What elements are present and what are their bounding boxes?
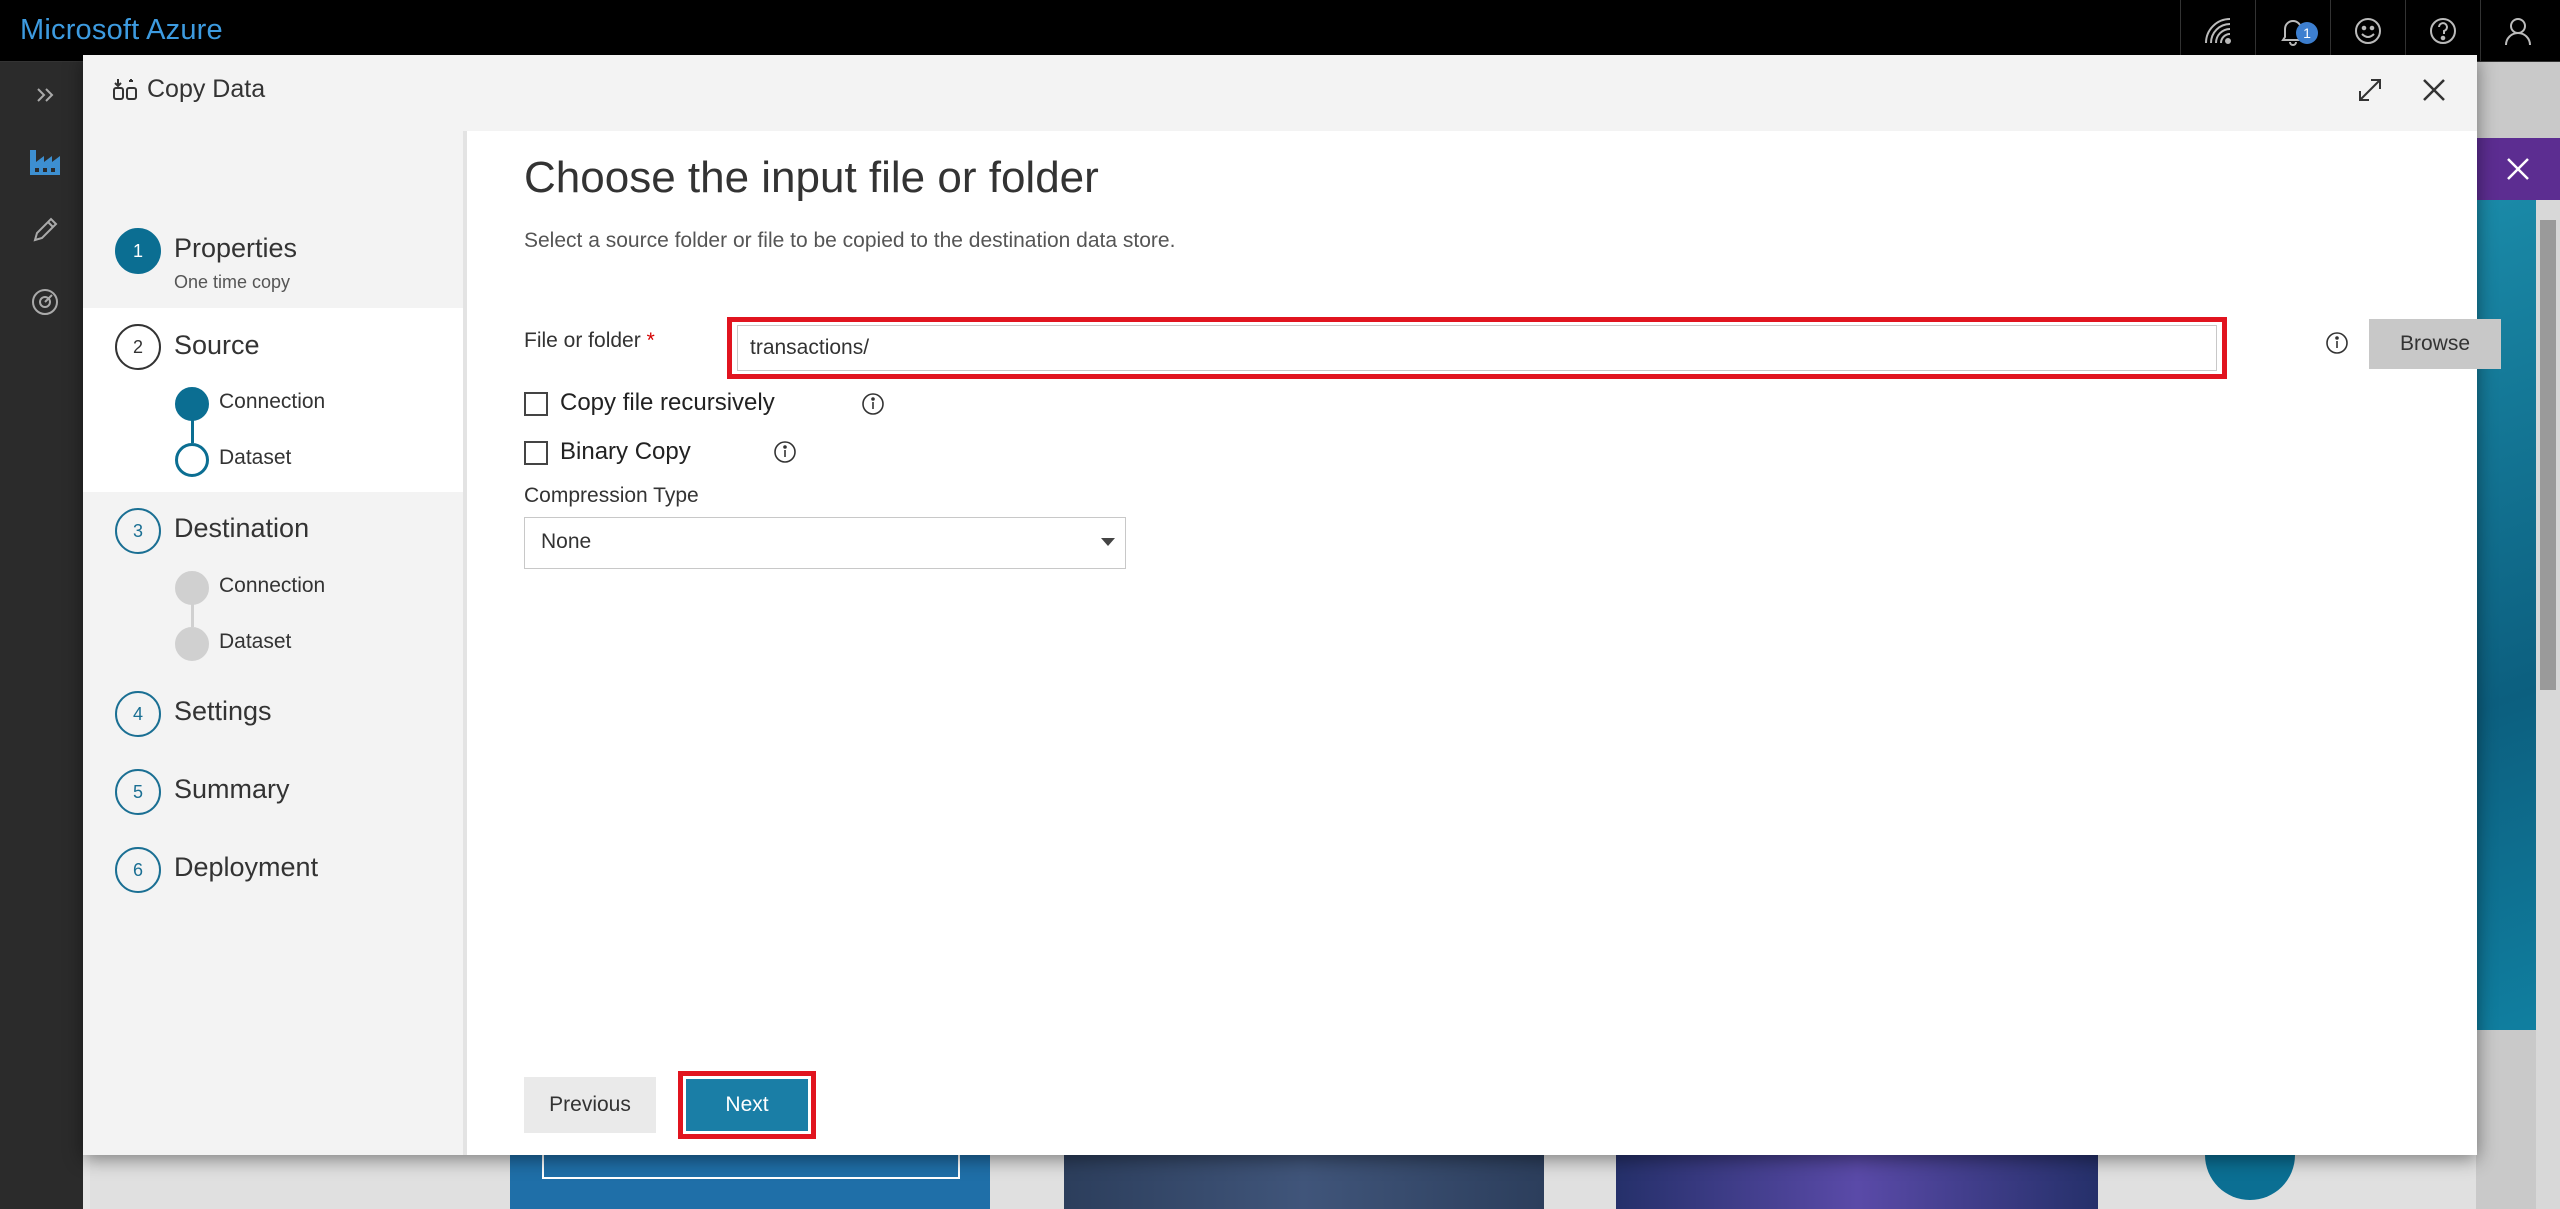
substep-destination-connection-dot — [175, 571, 209, 605]
wizard-content: Choose the input file or folder Select a… — [463, 131, 2501, 1155]
step-5-circle[interactable]: 5 — [115, 769, 161, 815]
step-deployment[interactable]: Deployment — [174, 852, 318, 883]
copy-recursively-info-icon[interactable] — [861, 392, 885, 416]
substep-source-connection[interactable]: Connection — [219, 390, 325, 414]
substep-source-dataset-dot — [175, 443, 209, 477]
copy-recursively-label[interactable]: Copy file recursively — [560, 389, 775, 417]
previous-button[interactable]: Previous — [524, 1077, 656, 1133]
step-settings[interactable]: Settings — [174, 696, 272, 727]
brand-title[interactable]: Microsoft Azure — [20, 14, 223, 47]
wizard-steps: 1 Properties One time copy 2 Source Conn… — [83, 131, 463, 1155]
browse-button[interactable]: Browse — [2369, 319, 2501, 369]
pencil-icon[interactable] — [22, 207, 68, 253]
step-summary[interactable]: Summary — [174, 774, 290, 805]
background-close-icon — [2507, 158, 2529, 180]
wifi-icon[interactable] — [2180, 0, 2255, 62]
substep-connector — [191, 603, 194, 627]
help-icon[interactable] — [2405, 0, 2480, 62]
copy-data-icon — [111, 75, 139, 103]
file-folder-info-icon[interactable] — [2325, 331, 2349, 355]
dialog-title: Copy Data — [147, 75, 266, 103]
factory-icon[interactable] — [22, 137, 68, 183]
close-icon[interactable] — [2413, 69, 2455, 111]
expand-chevrons-icon[interactable] — [22, 72, 68, 118]
step-properties-sub: One time copy — [174, 272, 291, 292]
binary-copy-checkbox[interactable] — [524, 441, 548, 465]
required-marker: * — [646, 329, 655, 352]
substep-destination-dataset[interactable]: Dataset — [219, 630, 291, 654]
top-bar: Microsoft Azure 1 — [0, 0, 2560, 62]
step-destination[interactable]: Destination — [174, 513, 309, 544]
step-source[interactable]: Source — [174, 330, 260, 361]
step-properties[interactable]: Properties — [174, 233, 297, 264]
file-folder-label-text: File or folder — [524, 329, 641, 352]
compression-type-label: Compression Type — [524, 484, 699, 507]
file-folder-input[interactable] — [737, 325, 2217, 371]
next-button[interactable]: Next — [686, 1079, 808, 1131]
step-2-circle[interactable]: 2 — [115, 324, 161, 370]
substep-destination-dataset-dot — [175, 627, 209, 661]
compression-type-select[interactable]: None — [524, 517, 1126, 569]
file-folder-label: File or folder * — [524, 329, 655, 353]
background-scrollbar-thumb[interactable] — [2540, 220, 2556, 690]
page-title: Choose the input file or folder — [524, 153, 1099, 202]
page-description: Select a source folder or file to be cop… — [524, 229, 1176, 252]
notification-count-badge: 1 — [2296, 22, 2318, 44]
binary-copy-info-icon[interactable] — [773, 440, 797, 464]
maximize-icon[interactable] — [2349, 69, 2391, 111]
step-3-circle[interactable]: 3 — [115, 508, 161, 554]
copy-recursively-checkbox[interactable] — [524, 392, 548, 416]
binary-copy-label[interactable]: Binary Copy — [560, 438, 691, 466]
step-1-circle[interactable]: 1 — [115, 228, 161, 274]
copy-data-dialog: Copy Data 1 Properties One time copy 2 S… — [83, 55, 2501, 1155]
user-icon[interactable] — [2480, 0, 2555, 62]
substep-destination-connection[interactable]: Connection — [219, 574, 325, 598]
left-rail — [0, 62, 83, 1209]
step-6-circle[interactable]: 6 — [115, 847, 161, 893]
background-tile — [1064, 1155, 1544, 1209]
feedback-smiley-icon[interactable] — [2330, 0, 2405, 62]
substep-source-connection-dot — [175, 387, 209, 421]
chevron-down-icon — [1101, 538, 1115, 546]
monitor-gauge-icon[interactable] — [22, 279, 68, 325]
background-close-strip[interactable] — [2476, 138, 2560, 200]
substep-connector — [191, 419, 194, 443]
background-tile — [510, 1155, 990, 1209]
step-4-circle[interactable]: 4 — [115, 691, 161, 737]
substep-source-dataset[interactable]: Dataset — [219, 446, 291, 470]
notification-bell-icon[interactable]: 1 — [2255, 0, 2330, 62]
compression-type-value: None — [541, 530, 592, 553]
dialog-header: Copy Data — [83, 55, 2477, 131]
background-tile — [1616, 1155, 2098, 1209]
